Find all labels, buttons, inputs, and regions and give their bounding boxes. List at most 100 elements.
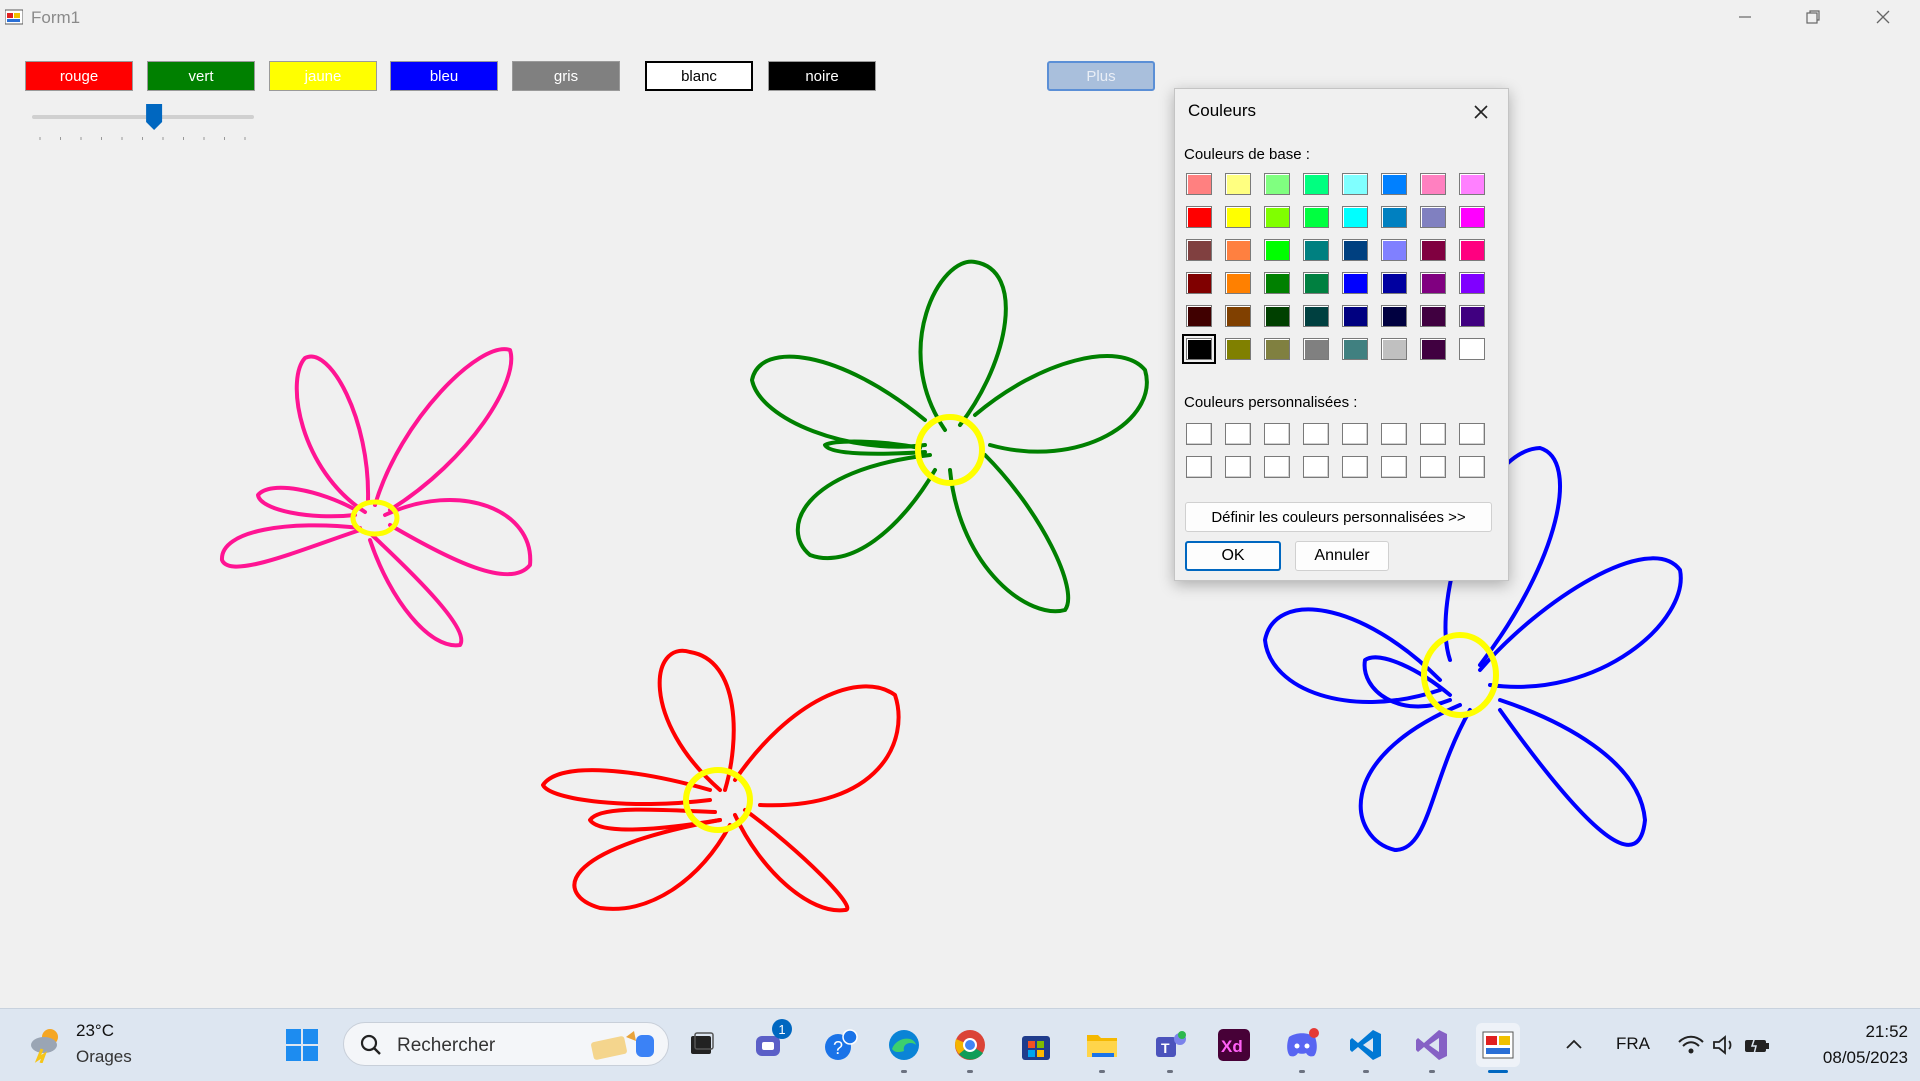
basic-color-swatch[interactable] bbox=[1381, 206, 1407, 228]
custom-color-swatch[interactable] bbox=[1225, 456, 1251, 478]
close-button[interactable] bbox=[1852, 0, 1914, 34]
basic-color-swatch[interactable] bbox=[1342, 272, 1368, 294]
ok-button[interactable]: OK bbox=[1185, 541, 1281, 571]
custom-color-swatch[interactable] bbox=[1342, 423, 1368, 445]
basic-color-swatch[interactable] bbox=[1186, 239, 1212, 261]
basic-color-swatch[interactable] bbox=[1186, 173, 1212, 195]
basic-color-swatch[interactable] bbox=[1459, 173, 1485, 195]
basic-color-swatch[interactable] bbox=[1342, 239, 1368, 261]
show-hidden-icons-button[interactable] bbox=[1552, 1023, 1596, 1067]
basic-color-swatch[interactable] bbox=[1420, 272, 1446, 294]
custom-color-swatch[interactable] bbox=[1303, 423, 1329, 445]
basic-color-swatch[interactable] bbox=[1225, 206, 1251, 228]
more-colors-button[interactable]: Plus bbox=[1047, 61, 1155, 91]
color-button-rouge[interactable]: rouge bbox=[25, 61, 133, 91]
color-button-gris[interactable]: gris bbox=[512, 61, 620, 91]
basic-color-swatch[interactable] bbox=[1381, 305, 1407, 327]
basic-color-swatch[interactable] bbox=[1342, 206, 1368, 228]
custom-color-swatch[interactable] bbox=[1342, 456, 1368, 478]
basic-color-swatch[interactable] bbox=[1420, 173, 1446, 195]
basic-color-swatch[interactable] bbox=[1225, 272, 1251, 294]
slider-thumb[interactable] bbox=[146, 104, 163, 130]
basic-color-swatch[interactable] bbox=[1342, 173, 1368, 195]
drawing-canvas[interactable] bbox=[0, 0, 1920, 1008]
custom-color-swatch[interactable] bbox=[1420, 423, 1446, 445]
start-button[interactable] bbox=[280, 1023, 324, 1067]
clock-time[interactable]: 21:52 bbox=[1818, 1022, 1908, 1042]
taskbar-search[interactable]: Rechercher bbox=[343, 1022, 669, 1066]
basic-color-swatch[interactable] bbox=[1303, 272, 1329, 294]
language-indicator[interactable]: FRA bbox=[1616, 1034, 1650, 1054]
basic-color-swatch[interactable] bbox=[1264, 206, 1290, 228]
basic-color-swatch[interactable] bbox=[1459, 239, 1485, 261]
discord-button[interactable] bbox=[1280, 1023, 1324, 1073]
form1-taskbar-button[interactable] bbox=[1476, 1023, 1520, 1073]
basic-color-swatch[interactable] bbox=[1342, 338, 1368, 360]
basic-color-swatch[interactable] bbox=[1182, 334, 1216, 364]
custom-color-swatch[interactable] bbox=[1264, 456, 1290, 478]
chrome-button[interactable] bbox=[948, 1023, 992, 1073]
help-button[interactable]: ? bbox=[818, 1023, 862, 1067]
basic-color-swatch[interactable] bbox=[1264, 272, 1290, 294]
minimize-button[interactable] bbox=[1714, 0, 1776, 34]
teams-chat-button[interactable]: 1 bbox=[748, 1019, 792, 1067]
quick-settings-button[interactable] bbox=[1664, 1023, 1784, 1067]
basic-color-swatch[interactable] bbox=[1264, 239, 1290, 261]
basic-color-swatch[interactable] bbox=[1303, 239, 1329, 261]
basic-color-swatch[interactable] bbox=[1459, 305, 1485, 327]
basic-color-swatch[interactable] bbox=[1186, 206, 1212, 228]
basic-color-swatch[interactable] bbox=[1225, 338, 1251, 360]
custom-color-swatch[interactable] bbox=[1459, 456, 1485, 478]
custom-color-swatch[interactable] bbox=[1459, 423, 1485, 445]
custom-color-swatch[interactable] bbox=[1186, 456, 1212, 478]
basic-color-swatch[interactable] bbox=[1381, 173, 1407, 195]
basic-color-swatch[interactable] bbox=[1303, 305, 1329, 327]
basic-color-swatch[interactable] bbox=[1303, 173, 1329, 195]
basic-color-swatch[interactable] bbox=[1381, 272, 1407, 294]
restore-button[interactable] bbox=[1782, 0, 1844, 34]
custom-color-swatch[interactable] bbox=[1381, 423, 1407, 445]
vscode-button[interactable] bbox=[1344, 1023, 1388, 1073]
custom-color-swatch[interactable] bbox=[1381, 456, 1407, 478]
define-custom-colors-button[interactable]: Définir les couleurs personnalisées >> bbox=[1185, 502, 1492, 532]
color-button-noire[interactable]: noire bbox=[768, 61, 876, 91]
brush-size-slider[interactable] bbox=[30, 104, 256, 144]
dialog-close-button[interactable] bbox=[1466, 99, 1496, 125]
color-button-jaune[interactable]: jaune bbox=[269, 61, 377, 91]
custom-color-swatch[interactable] bbox=[1303, 456, 1329, 478]
basic-color-swatch[interactable] bbox=[1264, 173, 1290, 195]
basic-color-swatch[interactable] bbox=[1342, 305, 1368, 327]
basic-color-swatch[interactable] bbox=[1303, 206, 1329, 228]
basic-color-swatch[interactable] bbox=[1459, 338, 1485, 360]
basic-color-swatch[interactable] bbox=[1459, 272, 1485, 294]
basic-color-swatch[interactable] bbox=[1420, 305, 1446, 327]
clock-date[interactable]: 08/05/2023 bbox=[1788, 1048, 1908, 1068]
weather-widget[interactable]: 23°C Orages bbox=[0, 1009, 180, 1081]
basic-color-swatch[interactable] bbox=[1264, 338, 1290, 360]
custom-color-swatch[interactable] bbox=[1264, 423, 1290, 445]
basic-color-swatch[interactable] bbox=[1303, 338, 1329, 360]
file-explorer-button[interactable] bbox=[1080, 1023, 1124, 1073]
basic-color-swatch[interactable] bbox=[1381, 338, 1407, 360]
basic-color-swatch[interactable] bbox=[1225, 173, 1251, 195]
store-button[interactable] bbox=[1014, 1023, 1058, 1067]
basic-color-swatch[interactable] bbox=[1225, 239, 1251, 261]
basic-color-swatch[interactable] bbox=[1381, 239, 1407, 261]
basic-color-swatch[interactable] bbox=[1225, 305, 1251, 327]
custom-color-swatch[interactable] bbox=[1225, 423, 1251, 445]
teams-button[interactable]: T bbox=[1148, 1023, 1192, 1073]
edge-button[interactable] bbox=[882, 1023, 926, 1073]
basic-color-swatch[interactable] bbox=[1186, 305, 1212, 327]
color-button-bleu[interactable]: bleu bbox=[390, 61, 498, 91]
color-button-vert[interactable]: vert bbox=[147, 61, 255, 91]
basic-color-swatch[interactable] bbox=[1420, 206, 1446, 228]
color-button-blanc[interactable]: blanc bbox=[645, 61, 753, 91]
custom-color-swatch[interactable] bbox=[1420, 456, 1446, 478]
custom-color-swatch[interactable] bbox=[1186, 423, 1212, 445]
visual-studio-button[interactable] bbox=[1410, 1023, 1454, 1073]
cancel-button[interactable]: Annuler bbox=[1295, 541, 1389, 571]
basic-color-swatch[interactable] bbox=[1459, 206, 1485, 228]
basic-color-swatch[interactable] bbox=[1186, 272, 1212, 294]
basic-color-swatch[interactable] bbox=[1420, 338, 1446, 360]
adobe-xd-button[interactable]: Xd bbox=[1212, 1023, 1256, 1067]
